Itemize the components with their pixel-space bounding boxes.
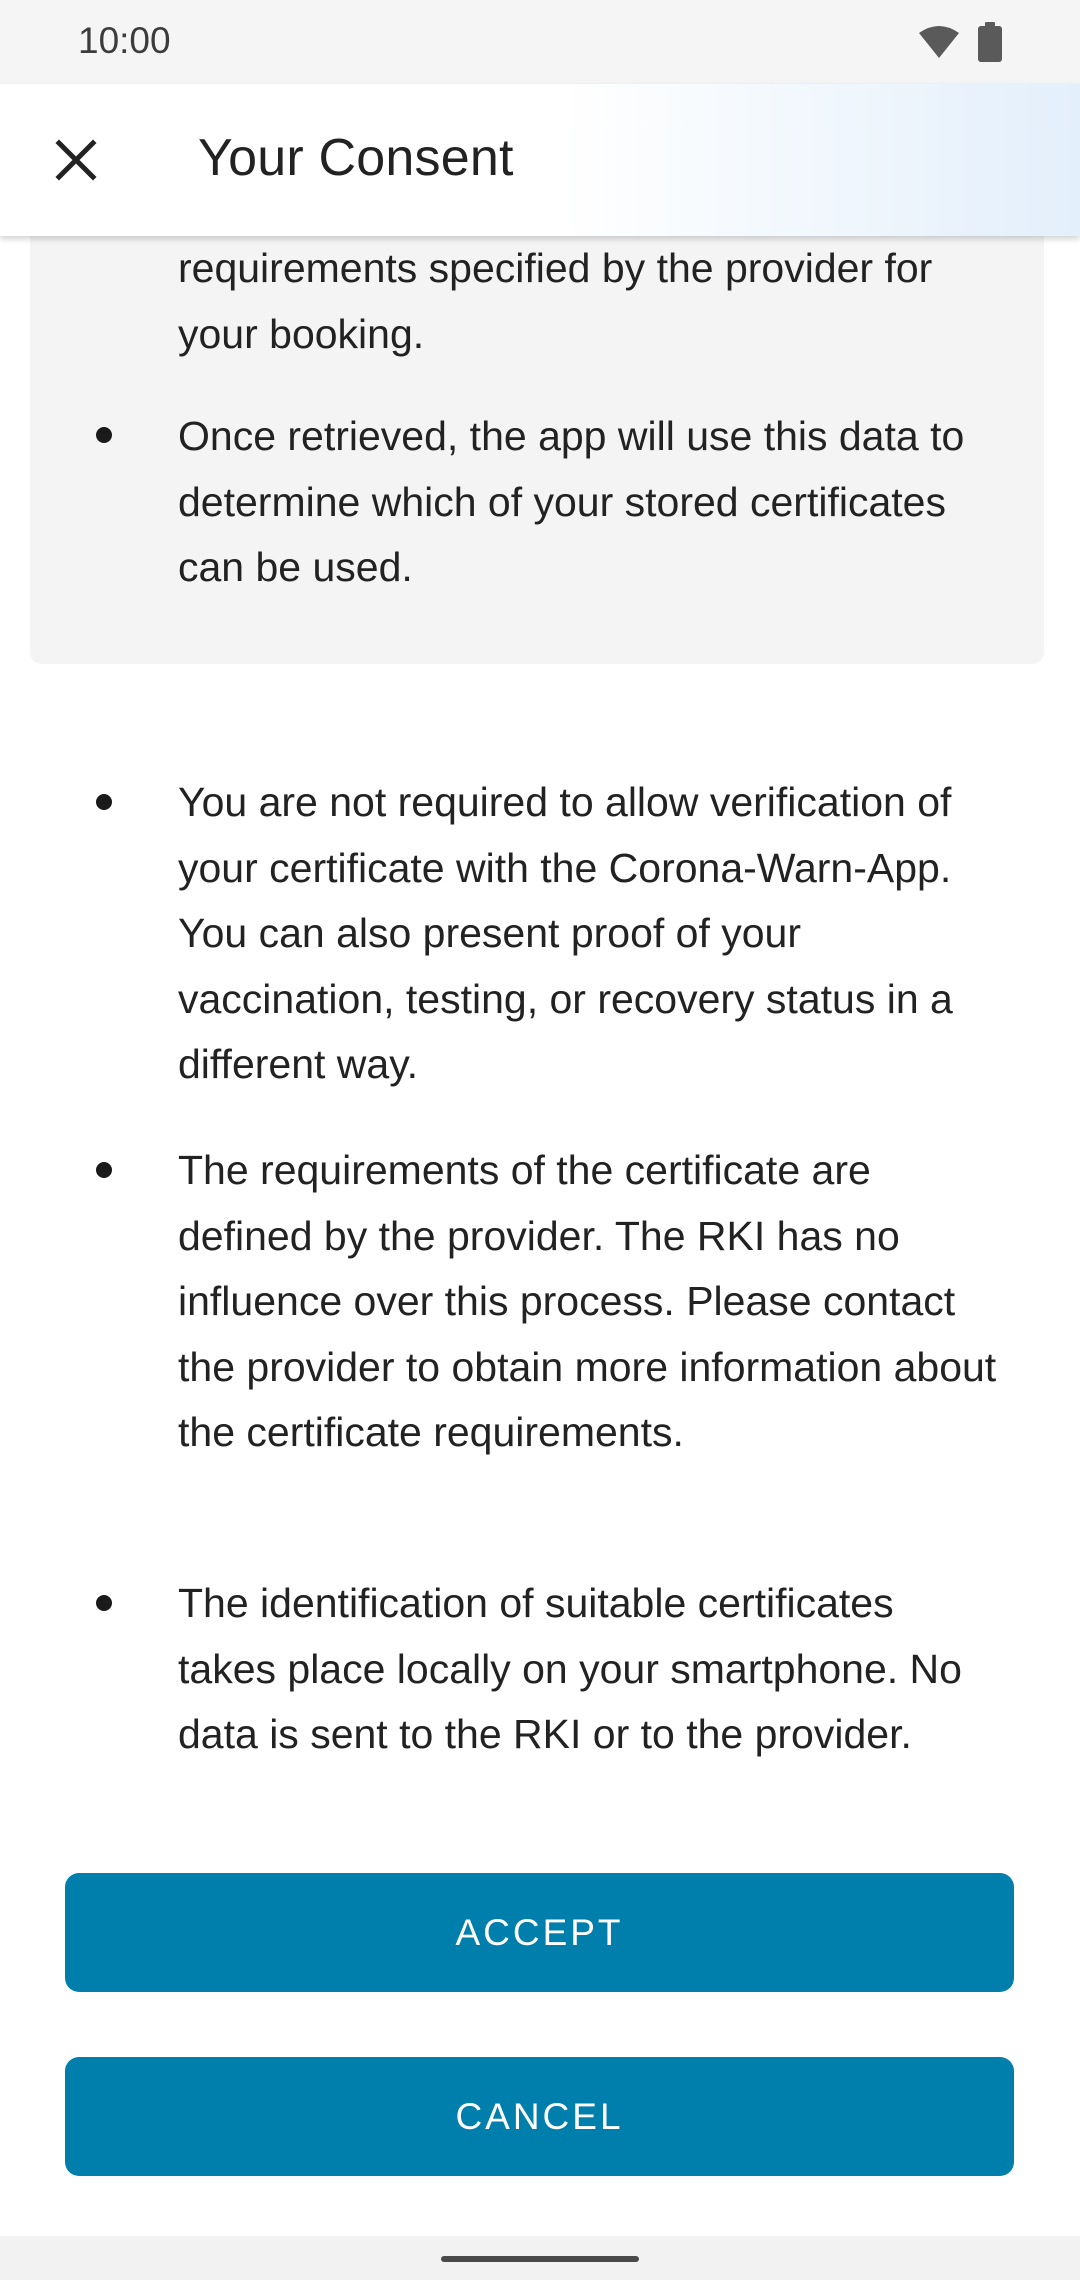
close-button[interactable] bbox=[40, 126, 112, 198]
wifi-icon bbox=[918, 25, 960, 59]
page-title: Your Consent bbox=[198, 129, 514, 187]
list-item: The identification of suitable certifica… bbox=[178, 1580, 962, 1757]
accept-button[interactable]: ACCEPT bbox=[65, 1873, 1014, 1992]
info-box-partial-text: requirements specified by the provider f… bbox=[178, 245, 933, 357]
status-icons bbox=[918, 22, 1002, 62]
navigation-bar bbox=[0, 2236, 1080, 2280]
info-box-bullet-text: Once retrieved, the app will use this da… bbox=[178, 413, 965, 590]
consent-content[interactable]: requirements specified by the provider f… bbox=[0, 236, 1080, 1872]
status-bar: 10:00 bbox=[0, 0, 1080, 84]
status-time: 10:00 bbox=[78, 20, 171, 61]
close-icon bbox=[55, 138, 97, 186]
bullet-dot bbox=[96, 427, 112, 443]
bullet-dot bbox=[96, 794, 112, 810]
list-item: You are not required to allow verificati… bbox=[178, 779, 953, 1087]
bullet-dot bbox=[96, 1162, 112, 1178]
app-bar: Your Consent bbox=[0, 84, 1080, 236]
home-gesture-handle[interactable] bbox=[441, 2256, 639, 2262]
cancel-button[interactable]: CANCEL bbox=[65, 2057, 1014, 2176]
battery-icon bbox=[978, 22, 1002, 62]
bullet-dot bbox=[96, 1595, 112, 1611]
list-item: The requirements of the certificate are … bbox=[178, 1147, 997, 1455]
